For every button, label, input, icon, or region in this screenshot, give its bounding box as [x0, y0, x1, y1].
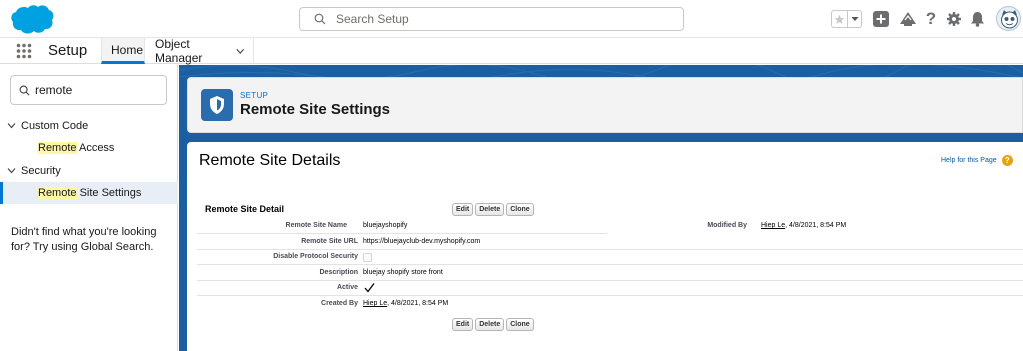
search-input[interactable] [336, 10, 666, 28]
tab-object-manager-label: Object Manager [155, 37, 203, 65]
tree-group-label: Security [21, 165, 61, 177]
avatar[interactable] [996, 6, 1021, 31]
app-launcher-icon[interactable] [16, 43, 32, 59]
tree-item-label: Remote Site Settings [38, 187, 141, 199]
help-link-label: Help for this Page [941, 157, 997, 164]
chevron-down-icon[interactable] [848, 11, 861, 27]
field-label: Remote Site Name [285, 222, 347, 229]
field-value: bluejay shopify store front [363, 269, 443, 276]
salesforce-logo[interactable] [10, 4, 54, 35]
edit-button[interactable]: Edit [452, 318, 474, 331]
detail-title: Remote Site Detail [205, 204, 285, 214]
tree-item-remote-access[interactable]: Remote Access [0, 137, 178, 159]
not-found-text: Didn't find what you're looking for? Try… [11, 226, 157, 253]
search-icon [19, 85, 30, 96]
delete-button[interactable]: Delete [475, 318, 505, 331]
search-highlight: Remote [38, 187, 77, 199]
top-button-row: Edit Delete Clone [452, 203, 534, 216]
trailhead-icon[interactable] [899, 10, 917, 28]
tree-item-label-rest: Site Settings [76, 187, 142, 199]
quick-find-box[interactable] [10, 75, 167, 105]
field-label: Description [319, 269, 358, 276]
created-date: , 4/8/2021, 8:54 PM [387, 300, 449, 307]
field-row-active: Active [197, 281, 1023, 296]
quick-find-input[interactable] [35, 82, 160, 98]
star-icon[interactable] [832, 11, 848, 27]
field-value: bluejayshopify [363, 222, 408, 229]
app-nav-bar: Setup Home Object Manager [0, 37, 1023, 65]
favorites-group[interactable] [831, 10, 862, 28]
user-link[interactable]: Hiep Le [363, 300, 387, 307]
app-name: Setup [48, 42, 88, 59]
modified-date: , 4/8/2021, 8:54 PM [785, 222, 847, 229]
tree-group-label: Custom Code [21, 120, 89, 132]
field-label: Active [336, 284, 358, 291]
shield-icon [201, 89, 233, 121]
bell-icon[interactable] [968, 10, 986, 28]
breadcrumb[interactable]: SETUP [240, 91, 268, 100]
global-header: ? [0, 0, 1023, 38]
gear-icon[interactable] [945, 10, 963, 28]
field-row-remote-site-url: Remote Site URL https://bluejayclub-dev.… [197, 235, 1023, 250]
search-highlight: Remote [38, 142, 77, 154]
clone-button[interactable]: Clone [506, 203, 534, 216]
tab-home-label: Home [111, 42, 144, 57]
detail-panel: Remote Site Details Help for this Page ?… [187, 142, 1023, 351]
field-row-description: Description bluejay shopify store front [197, 266, 1023, 281]
chevron-down-icon[interactable] [7, 121, 16, 130]
field-label: Created By [321, 300, 358, 307]
tree-group-security[interactable]: Security [0, 160, 178, 182]
setup-sidebar: Custom Code Remote Access Security Remot… [0, 65, 178, 351]
field-label: Modified By [707, 222, 747, 229]
edit-button[interactable]: Edit [452, 203, 474, 216]
page-title: Remote Site Settings [240, 101, 391, 118]
chevron-down-icon[interactable] [7, 166, 16, 175]
main-content-area: SETUP Remote Site Settings Remote Site D… [179, 65, 1023, 351]
tree-item-label-rest: Access [76, 142, 115, 154]
field-value: https://bluejayclub-dev.myshopify.com [363, 238, 481, 245]
tab-object-manager[interactable]: Object Manager [146, 37, 254, 65]
tree-item-remote-site-settings[interactable]: Remote Site Settings [0, 182, 178, 204]
help-for-this-page-link[interactable]: Help for this Page ? [941, 155, 1013, 166]
section-title: Remote Site Details [199, 152, 341, 169]
tree-item-label: Remote Access [38, 142, 114, 154]
setup-search-box[interactable] [299, 7, 684, 31]
delete-button[interactable]: Delete [475, 203, 505, 216]
help-icon[interactable]: ? [922, 9, 940, 28]
field-label: Remote Site URL [301, 238, 358, 245]
user-link[interactable]: Hiep Le [761, 222, 785, 229]
plus-icon[interactable] [872, 10, 890, 28]
tab-home[interactable]: Home [101, 38, 145, 64]
field-label: Disable Protocol Security [273, 253, 358, 260]
field-row-disable-protocol-security: Disable Protocol Security [197, 250, 1023, 265]
field-value: Hiep Le, 4/8/2021, 8:54 PM [363, 300, 448, 307]
tree-group-custom-code[interactable]: Custom Code [0, 115, 178, 137]
checkmark-icon [364, 283, 375, 293]
help-icon: ? [1001, 155, 1013, 166]
disabled-checkbox [363, 253, 372, 262]
search-icon [314, 13, 326, 25]
field-row-created-by: Created By Hiep Le, 4/8/2021, 8:54 PM [197, 297, 1023, 312]
clone-button[interactable]: Clone [506, 318, 534, 331]
page-header: SETUP Remote Site Settings [187, 77, 1023, 133]
bottom-button-row: Edit Delete Clone [452, 318, 534, 331]
field-row-modified-by: Modified By Hiep Le, 4/8/2021, 8:54 PM [607, 219, 1023, 234]
field-row-remote-site-name: Remote Site Name bluejayshopify [197, 219, 607, 234]
field-value: Hiep Le, 4/8/2021, 8:54 PM [761, 222, 846, 229]
chevron-down-icon[interactable] [235, 48, 244, 55]
